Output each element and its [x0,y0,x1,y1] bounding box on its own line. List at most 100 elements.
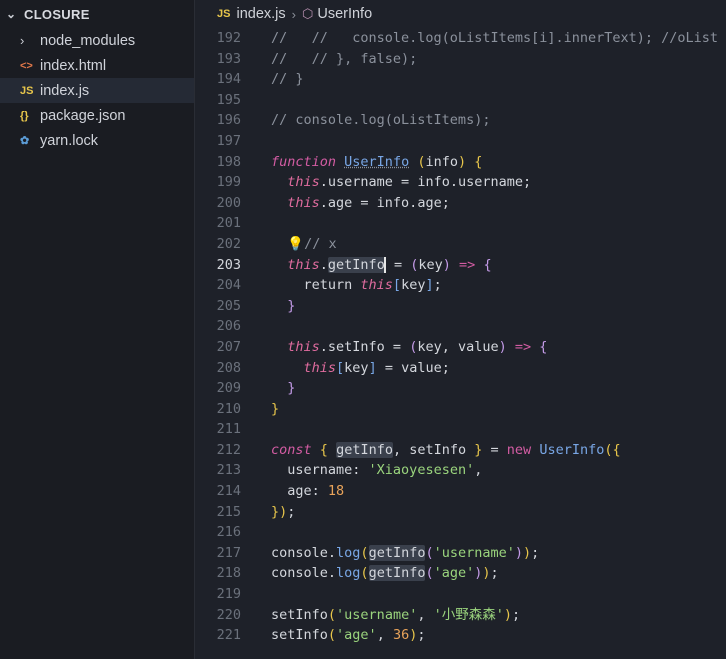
js-file-icon: JS [20,84,34,97]
folder-title: CLOSURE [24,6,90,22]
sidebar-item-label: node_modules [40,32,136,49]
sidebar-item-package-json[interactable]: {} package.json [0,103,194,128]
chevron-down-icon: ⌄ [6,7,17,21]
sidebar-item-index-html[interactable]: <> index.html [0,53,194,78]
line-number: 214 [216,483,241,500]
code-line: 194 // } [195,69,726,90]
code-text: // // console.log(oListItems[i].innerTex… [271,30,719,46]
code-line: 207 this.setInfo = (key, value) => { [195,337,726,358]
code-line: 209 } [195,378,726,399]
code-line: 220 setInfo('username', '小野森森'); [195,605,726,626]
line-number: 208 [216,359,241,376]
sidebar-item-label: index.js [40,82,90,99]
code-line: 198 function UserInfo (info) { [195,152,726,173]
line-number: 204 [216,277,241,294]
code-line: 217 console.log(getInfo('username')); [195,543,726,564]
code-text: setInfo('age', 36); [271,627,426,644]
line-number: 203 [216,256,241,273]
line-number: 216 [216,524,241,541]
code-text: return this[key]; [271,277,442,294]
explorer-folder-header[interactable]: ⌄ CLOSURE [0,0,194,28]
code-text: setInfo('username', '小野森森'); [271,606,521,623]
sidebar-item-label: yarn.lock [40,132,99,149]
line-number: 217 [216,544,241,561]
code-text: this.age = info.age; [287,194,450,211]
code-line: 208 this[key] = value; [195,358,726,379]
code-text: this.setInfo = (key, value) => { [287,338,548,355]
code-line: 197 [195,131,726,152]
line-number: 206 [216,318,241,335]
code-text: } [271,400,280,417]
code-line: 206 [195,316,726,337]
breadcrumb-symbol[interactable]: UserInfo [317,6,372,22]
line-number: 220 [216,606,241,623]
line-number: 218 [216,565,241,582]
sidebar-item-yarn-lock[interactable]: ✿ yarn.lock [0,128,194,153]
code-line: 214 age: 18 [195,481,726,502]
sidebar-item-label: index.html [40,57,107,74]
code-text: age: 18 [271,483,345,500]
symbol-class-icon: ⬡ [301,6,314,21]
line-number: 219 [216,586,241,603]
code-text: // // }, false); [271,50,418,67]
chevron-right-icon: › [291,6,296,22]
line-number: 197 [216,132,241,149]
sidebar-item-node-modules[interactable]: › node_modules [0,28,194,53]
code-line: 202 💡// x [195,234,726,255]
code-line: 199 this.username = info.username; [195,172,726,193]
chevron-right-icon: › [20,33,25,48]
breadcrumb-file[interactable]: index.js [236,6,285,22]
explorer-sidebar: ⌄ CLOSURE › node_modules <> index.html J… [0,0,195,659]
code-line: 221 setInfo('age', 36); [195,625,726,646]
code-text: }); [271,503,296,520]
line-number: 195 [216,91,241,108]
code-area[interactable]: 192 // // console.log(oListItems[i].inner… [195,28,726,646]
yarn-file-icon: ✿ [20,135,30,147]
line-number: 221 [216,627,241,644]
code-line: 201 [195,213,726,234]
code-line: 204 return this[key]; [195,275,726,296]
line-number: 213 [216,462,241,479]
code-text: this[key] = value; [303,359,450,376]
code-line: 215}); [195,502,726,523]
line-number: 194 [216,71,241,88]
code-line: 218 console.log(getInfo('age')); [195,563,726,584]
line-number: 202 [216,235,241,252]
code-text: this.getInfo = (key) => { [287,256,492,273]
code-text: console.log(getInfo('age')); [271,565,499,582]
line-number: 209 [216,380,241,397]
line-number: 196 [216,112,241,129]
line-number: 205 [216,297,241,314]
code-line: 193 // // }, false); [195,49,726,70]
sidebar-item-label: package.json [40,107,126,124]
code-line: 195 [195,90,726,111]
code-line: 200 this.age = info.age; [195,193,726,214]
code-editor[interactable]: JS index.js › ⬡ UserInfo 192 // // consol… [195,0,726,659]
line-number: 211 [216,421,241,438]
code-line-current: 203 this.getInfo = (key) => { [195,255,726,276]
code-line: 211 [195,419,726,440]
json-file-icon: {} [20,109,29,122]
code-text: this.username = info.username; [287,174,532,191]
text-cursor [383,256,386,273]
code-text: // } [271,71,304,88]
line-number: 192 [216,30,241,46]
line-number: 215 [216,503,241,520]
code-line: 205 } [195,296,726,317]
code-text: } [287,297,296,314]
lightbulb-icon: 💡 [287,235,305,252]
code-text: function UserInfo (info) { [271,153,483,170]
breadcrumb: JS index.js › ⬡ UserInfo [195,0,726,28]
code-text: console.log(getInfo('username')); [271,544,540,561]
code-text: 💡// x [287,235,337,252]
line-number: 199 [216,174,241,191]
line-number: 201 [216,215,241,232]
code-line: 196 // console.log(oListItems); [195,110,726,131]
line-number: 198 [216,153,241,170]
code-line: 219 [195,584,726,605]
code-text: const { getInfo, setInfo } = new UserInf… [271,441,621,458]
sidebar-item-index-js[interactable]: JS index.js [0,78,194,103]
code-text: username: 'Xiaoyesesen', [271,462,483,479]
code-text: } [287,380,296,397]
code-line: 210} [195,399,726,420]
